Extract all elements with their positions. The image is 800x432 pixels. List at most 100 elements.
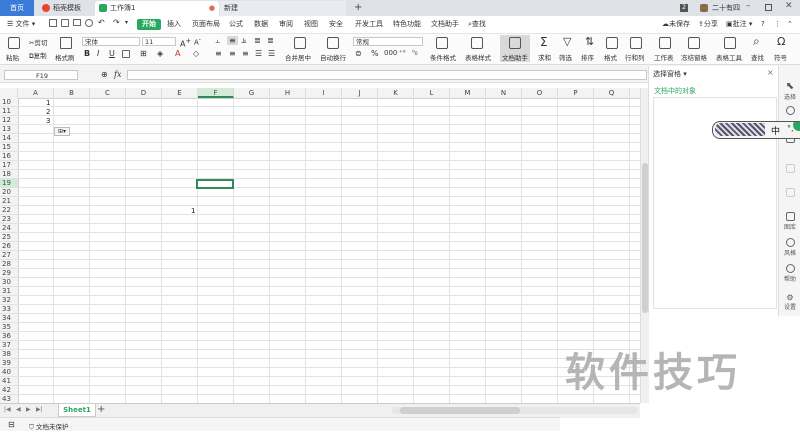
freeze-label[interactable]: 冻结窗格	[681, 52, 707, 62]
sheet-tab-sheet1[interactable]: Sheet1	[58, 404, 96, 417]
doc-assistant-button[interactable]: 文档助手	[500, 35, 530, 62]
menu-special[interactable]: 特色功能	[393, 19, 421, 30]
row-header-42[interactable]: 42	[0, 386, 18, 395]
ime-status-widget[interactable]: 中 °,	[712, 121, 800, 139]
row-header-16[interactable]: 16	[0, 152, 18, 161]
percent-icon[interactable]: %	[371, 49, 379, 58]
table-style-label[interactable]: 表格样式	[465, 52, 491, 62]
find-label[interactable]: 查找	[751, 52, 764, 62]
undo-icon[interactable]: ↶	[98, 18, 105, 27]
table-style-icon[interactable]	[471, 37, 483, 49]
currency-icon[interactable]: ⊜	[355, 49, 362, 58]
comment-button[interactable]: ▣批注 ▾	[726, 19, 752, 30]
sidebar-property[interactable]	[779, 164, 800, 174]
row-col-label[interactable]: 行和列	[625, 52, 645, 62]
tab-close-icon[interactable]: ●	[209, 1, 215, 16]
outdent-icon[interactable]: ≣	[267, 36, 274, 45]
close-window-icon[interactable]: ✕	[785, 1, 793, 11]
sidebar-help[interactable]: 帮助	[779, 264, 800, 283]
format-painter-icon[interactable]	[60, 37, 72, 49]
wrap-text-icon[interactable]	[327, 37, 339, 49]
paste-label[interactable]: 粘贴	[6, 52, 19, 62]
row-header-22[interactable]: 22	[0, 206, 18, 215]
user-name[interactable]: 二十有四	[712, 3, 740, 13]
tab-docer-templates[interactable]: 稻壳模板	[38, 1, 94, 16]
indent-icon[interactable]: ≣	[254, 36, 261, 45]
menu-search[interactable]: ⌕查找	[468, 19, 486, 30]
row-header-10[interactable]: 10	[0, 98, 18, 107]
row-header-33[interactable]: 33	[0, 305, 18, 314]
row-header-37[interactable]: 37	[0, 341, 18, 350]
row-header-25[interactable]: 25	[0, 233, 18, 242]
row-header-11[interactable]: 11	[0, 107, 18, 116]
selection-pane-close-icon[interactable]: ×	[767, 68, 774, 77]
align-left-icon[interactable]: ≡	[215, 49, 222, 58]
column-header-f[interactable]: F	[198, 88, 234, 98]
row-header-32[interactable]: 32	[0, 296, 18, 305]
column-header-b[interactable]: B	[54, 88, 90, 98]
freeze-icon[interactable]	[688, 37, 700, 49]
align-right-icon[interactable]: ≡	[242, 49, 249, 58]
row-header-12[interactable]: 12	[0, 116, 18, 125]
tab-new[interactable]: 新建	[220, 1, 346, 16]
align-center-icon[interactable]: ≡	[229, 49, 236, 58]
selected-cell-f19[interactable]	[196, 179, 234, 189]
align-middle-icon[interactable]: ≡	[227, 36, 238, 45]
row-header-13[interactable]: 13	[0, 125, 18, 134]
menu-security[interactable]: 安全	[329, 19, 343, 30]
format-painter-label[interactable]: 格式刷	[55, 52, 75, 62]
collapse-ribbon-icon[interactable]: ⌃	[787, 19, 793, 30]
sheet-nav-first-icon[interactable]: |◀	[4, 406, 11, 413]
select-all-corner[interactable]	[0, 88, 18, 98]
merge-center-label[interactable]: 合并居中	[285, 52, 311, 62]
formula-input[interactable]	[127, 70, 647, 80]
redo-icon[interactable]: ↷	[113, 18, 120, 27]
sum-icon[interactable]: Σ	[540, 35, 548, 49]
horizontal-scroll-thumb[interactable]	[400, 407, 520, 414]
sidebar-shape[interactable]	[779, 106, 800, 116]
sidebar-gallery[interactable]: 图库	[779, 212, 800, 231]
cell-a10[interactable]: 1	[46, 99, 50, 107]
new-tab-plus-icon[interactable]: +	[354, 2, 362, 13]
menu-formula[interactable]: 公式	[229, 19, 243, 30]
column-header-j[interactable]: J	[342, 88, 378, 98]
add-sheet-icon[interactable]: +	[97, 404, 105, 415]
sort-icon[interactable]: ⇅	[585, 35, 594, 48]
decrease-font-icon[interactable]: A-	[194, 37, 201, 46]
table-tools-icon[interactable]	[724, 37, 736, 49]
column-header-k[interactable]: K	[378, 88, 414, 98]
minimize-icon[interactable]: –	[746, 1, 751, 11]
font-name-select[interactable]: 宋体	[82, 37, 140, 46]
row-header-15[interactable]: 15	[0, 143, 18, 152]
column-header-o[interactable]: O	[522, 88, 558, 98]
align-bottom-icon[interactable]: ⫡	[241, 36, 246, 46]
font-size-select[interactable]: 11	[142, 37, 176, 46]
bold-icon[interactable]: B	[84, 49, 90, 58]
table-tools-label[interactable]: 表格工具	[716, 52, 742, 62]
worksheet-label[interactable]: 工作表	[654, 52, 674, 62]
justify-icon[interactable]: ☰	[255, 49, 262, 58]
merge-cells-icon[interactable]: ⊞	[140, 49, 147, 58]
maximize-icon[interactable]	[765, 4, 772, 11]
export-icon[interactable]	[85, 19, 93, 27]
unsaved-button[interactable]: ☁未保存	[662, 19, 690, 30]
sidebar-style[interactable]: 风格	[779, 238, 800, 257]
align-top-icon[interactable]: ⫠	[215, 36, 220, 46]
cell-a12[interactable]: 3	[46, 117, 50, 125]
zoom-formula-icon[interactable]: ⊕	[101, 70, 108, 79]
row-header-34[interactable]: 34	[0, 314, 18, 323]
row-header-38[interactable]: 38	[0, 350, 18, 359]
help-icon[interactable]: ?	[761, 19, 765, 30]
row-header-28[interactable]: 28	[0, 260, 18, 269]
quick-access-dropdown-icon[interactable]: ▾	[125, 19, 128, 26]
row-header-20[interactable]: 20	[0, 188, 18, 197]
menu-page-layout[interactable]: 页面布局	[192, 19, 220, 30]
row-header-21[interactable]: 21	[0, 197, 18, 206]
worksheet-icon[interactable]	[659, 37, 671, 49]
fx-icon[interactable]: fx	[114, 70, 121, 79]
name-box[interactable]: F19	[4, 70, 78, 80]
increase-font-icon[interactable]: A+	[180, 37, 191, 49]
sidebar-select[interactable]: ⬉ 选择	[779, 82, 800, 102]
menu-view[interactable]: 视图	[304, 19, 318, 30]
row-col-icon[interactable]	[630, 37, 642, 49]
